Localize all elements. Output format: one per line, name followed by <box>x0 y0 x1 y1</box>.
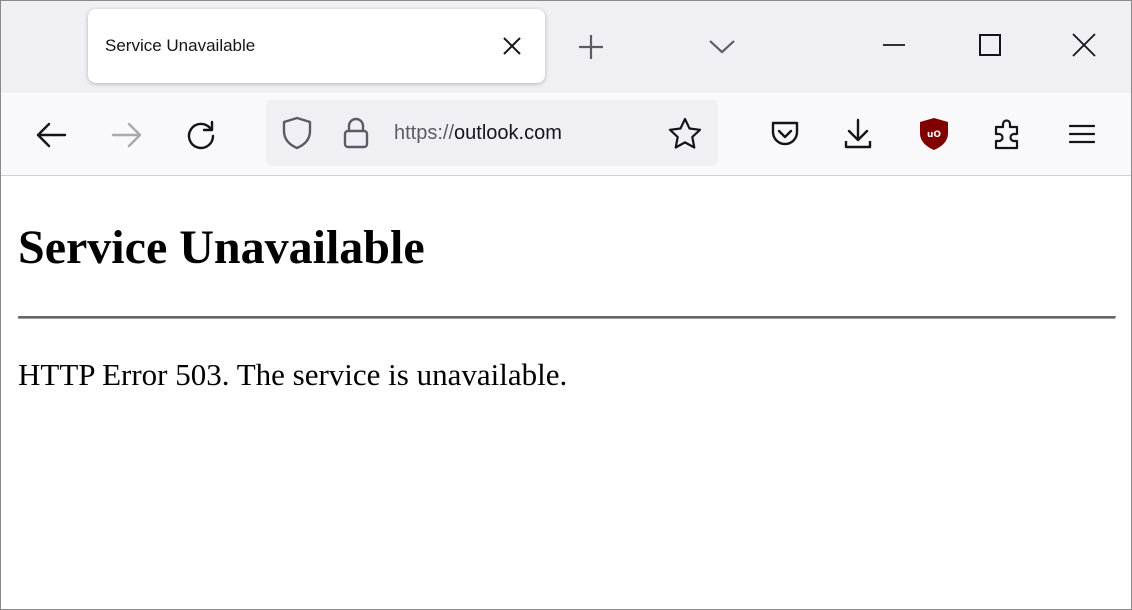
hamburger-menu-icon <box>1069 124 1095 144</box>
shield-icon <box>282 116 312 150</box>
browser-window: Service Unavailable https://outlook.com … <box>0 0 1132 610</box>
error-message: HTTP Error 503. The service is unavailab… <box>18 357 568 392</box>
list-all-tabs-button[interactable] <box>701 27 743 67</box>
tab-strip: Service Unavailable <box>1 1 1131 93</box>
back-button[interactable] <box>29 113 73 157</box>
reload-button[interactable] <box>179 113 223 157</box>
pocket-button[interactable] <box>764 113 806 155</box>
extensions-button[interactable] <box>987 113 1029 155</box>
url-scheme: https:// <box>394 122 455 144</box>
page-title: Service Unavailable <box>18 221 425 274</box>
download-icon <box>844 118 872 149</box>
close-icon <box>1072 33 1096 57</box>
application-menu-button[interactable] <box>1061 113 1103 155</box>
maximize-icon <box>979 34 1001 56</box>
reload-icon <box>187 120 215 150</box>
close-icon <box>503 37 521 55</box>
minimize-button[interactable] <box>871 25 917 65</box>
lock-icon <box>343 117 369 149</box>
bookmark-page-button[interactable] <box>666 114 704 152</box>
puzzle-icon <box>994 119 1019 150</box>
svg-text:uO: uO <box>927 130 941 140</box>
minimize-icon <box>883 44 905 46</box>
forward-button[interactable] <box>105 113 149 157</box>
address-bar[interactable]: https://outlook.com <box>266 100 718 166</box>
tab-title: Service Unavailable <box>105 36 256 55</box>
arrow-right-icon <box>111 122 142 148</box>
chevron-down-icon <box>709 40 735 54</box>
page-content: Service Unavailable HTTP Error 503. The … <box>1 176 1131 609</box>
horizontal-rule <box>18 316 1116 319</box>
navigation-toolbar: https://outlook.com uO <box>1 93 1131 176</box>
arrow-left-icon <box>36 122 67 148</box>
maximize-button[interactable] <box>967 25 1013 65</box>
downloads-button[interactable] <box>837 113 879 155</box>
star-icon <box>668 117 702 149</box>
new-tab-button[interactable] <box>571 27 611 67</box>
plus-icon <box>579 35 603 59</box>
url-host: outlook.com <box>454 122 562 144</box>
close-window-button[interactable] <box>1061 25 1107 65</box>
site-security-button[interactable] <box>337 114 375 152</box>
ublock-origin-button[interactable]: uO <box>913 113 955 155</box>
pocket-icon <box>771 121 799 146</box>
tab-close-button[interactable] <box>496 32 528 60</box>
tracking-protection-button[interactable] <box>278 114 316 152</box>
url-text[interactable]: https://outlook.com <box>394 122 562 145</box>
ublock-origin-icon: uO <box>920 118 948 150</box>
active-tab[interactable]: Service Unavailable <box>88 9 545 83</box>
